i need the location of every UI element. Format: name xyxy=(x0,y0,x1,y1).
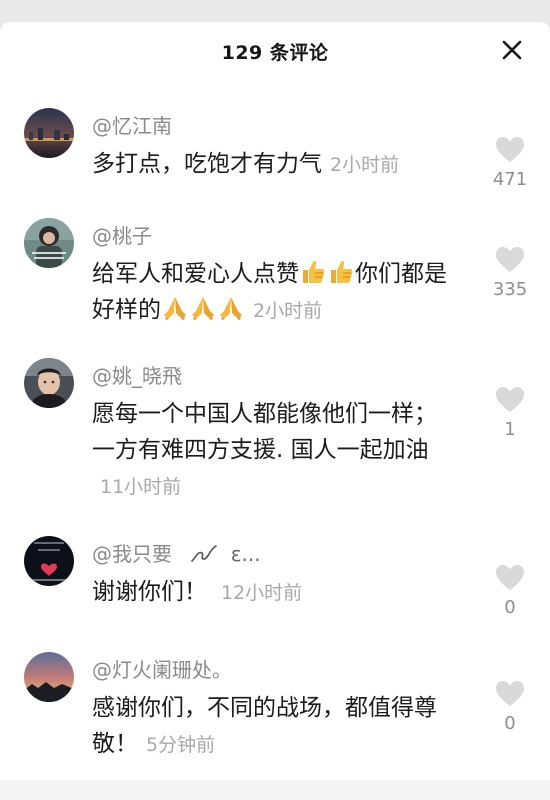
comment-username-text: @我只要 xyxy=(92,542,172,566)
thumbs-up-emoji xyxy=(303,260,325,283)
comment-text: 多打点，吃饱才有力气 2小时前 xyxy=(92,146,452,183)
comment-username[interactable]: @忆江南 xyxy=(92,110,172,139)
comments-count-title: 129 条评论 xyxy=(221,42,329,64)
thumbs-up-emoji xyxy=(331,260,353,283)
comment-body: 感谢你们，不同的战场，都值得尊敬！ xyxy=(92,695,437,757)
folded-hands-emoji xyxy=(164,297,186,320)
folded-hands-emoji xyxy=(220,297,242,320)
like-control[interactable]: 1 xyxy=(492,386,528,440)
close-icon[interactable] xyxy=(500,38,524,62)
like-count: 335 xyxy=(492,279,528,300)
night-city-avatar[interactable] xyxy=(24,108,74,158)
handwriting-squiggle-icon xyxy=(191,545,218,562)
comment-body: 多打点，吃饱才有力气 xyxy=(92,151,322,177)
comments-sheet: 129 条评论 @忆江南 多打点，吃饱才有力气 2小时前 471 @桃子 给军人… xyxy=(0,22,550,780)
folded-hands-emoji xyxy=(192,297,214,320)
comment-username[interactable]: @灯火阑珊处。 xyxy=(92,654,232,683)
comment-time: 5分钟前 xyxy=(146,734,216,756)
heart-icon[interactable] xyxy=(495,564,525,591)
like-count: 0 xyxy=(504,597,516,618)
bottom-strip xyxy=(0,780,550,800)
like-control[interactable]: 471 xyxy=(492,136,528,190)
comment-username[interactable]: @姚_晓飛 xyxy=(92,360,182,389)
girl-photo-avatar[interactable] xyxy=(24,218,74,268)
comment-time: 12小时前 xyxy=(221,582,303,604)
comment-text: 给军人和爱心人点赞 你们都是好样的 2小时前 xyxy=(92,256,452,329)
comment-username[interactable]: @桃子 xyxy=(92,220,152,249)
comment-time: 11小时前 xyxy=(100,476,182,498)
heart-icon[interactable] xyxy=(495,246,525,273)
like-count: 0 xyxy=(504,713,516,734)
dark-text-avatar[interactable] xyxy=(24,536,74,586)
comment-body: 谢谢你们！ xyxy=(92,579,207,605)
sunset-avatar[interactable] xyxy=(24,652,74,702)
heart-icon[interactable] xyxy=(495,136,525,163)
comment-time: 2小时前 xyxy=(330,154,400,176)
heart-icon[interactable] xyxy=(495,386,525,413)
comment-username-suffix: ε... xyxy=(230,542,261,566)
like-control[interactable]: 0 xyxy=(492,564,528,618)
heart-icon[interactable] xyxy=(495,680,525,707)
comment-username[interactable]: @我只要 ε... xyxy=(92,538,261,567)
man-selfie-avatar[interactable] xyxy=(24,358,74,408)
comment-text: 感谢你们，不同的战场，都值得尊敬！ 5分钟前 xyxy=(92,690,452,763)
comment-body: 愿每一个中国人都能像他们一样；一方有难四方支援. 国人一起加油 xyxy=(92,401,437,463)
like-count: 471 xyxy=(492,169,528,190)
like-count: 1 xyxy=(504,419,516,440)
comment-text: 谢谢你们！ 12小时前 xyxy=(92,574,452,611)
like-control[interactable]: 335 xyxy=(492,246,528,300)
comment-time: 2小时前 xyxy=(253,300,323,322)
comment-text: 愿每一个中国人都能像他们一样；一方有难四方支援. 国人一起加油 11小时前 xyxy=(92,396,452,505)
like-control[interactable]: 0 xyxy=(492,680,528,734)
comment-body-part1: 给军人和爱心人点赞 xyxy=(92,261,299,287)
comments-header: 129 条评论 xyxy=(0,22,550,78)
